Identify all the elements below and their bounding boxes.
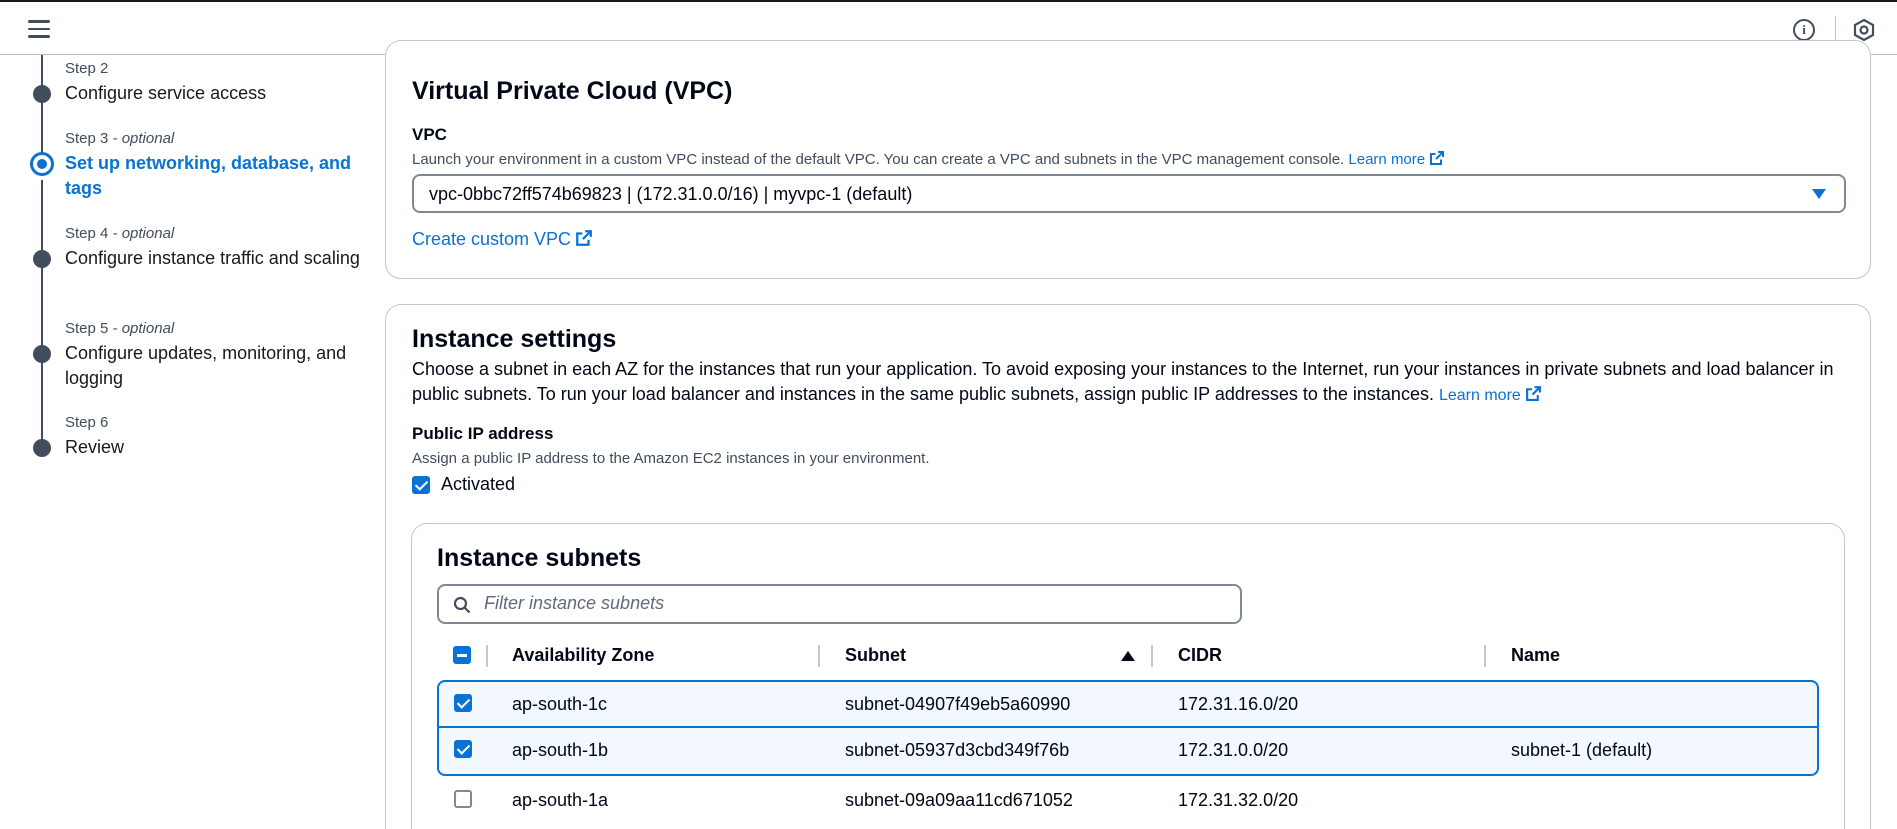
column-divider bbox=[1151, 645, 1153, 667]
create-custom-vpc-link[interactable]: Create custom VPC bbox=[412, 229, 593, 250]
column-header-cidr[interactable]: CIDR bbox=[1178, 645, 1222, 666]
vpc-field-label: VPC bbox=[412, 125, 447, 144]
activated-checkbox[interactable] bbox=[412, 476, 430, 494]
external-link-icon bbox=[576, 230, 592, 246]
public-ip-label: Public IP address bbox=[412, 424, 554, 443]
column-header-name[interactable]: Name bbox=[1511, 645, 1560, 666]
step-connector bbox=[41, 180, 43, 258]
active-step-indicator bbox=[30, 152, 54, 176]
external-link-icon bbox=[1430, 151, 1445, 165]
vpc-select[interactable]: vpc-0bbc72ff574b69823 | (172.31.0.0/16) … bbox=[412, 174, 1846, 213]
step-connector bbox=[41, 100, 43, 160]
activated-label: Activated bbox=[441, 474, 516, 494]
cell-availability-zone: ap-south-1b bbox=[512, 740, 609, 760]
instance-settings-title: Instance settings bbox=[412, 325, 617, 353]
instance-subnets-title: Instance subnets bbox=[437, 544, 642, 572]
step-title-instance-traffic[interactable]: Configure instance traffic and scaling bbox=[65, 246, 365, 271]
row-checkbox[interactable] bbox=[454, 694, 472, 712]
step-connector bbox=[41, 356, 43, 450]
column-header-availability-zone[interactable]: Availability Zone bbox=[512, 645, 654, 666]
vpc-section-title: Virtual Private Cloud (VPC) bbox=[412, 77, 733, 105]
step-title-configure-service-access[interactable]: Configure service access bbox=[65, 81, 365, 106]
step-number: Step 5 - optional bbox=[65, 320, 175, 337]
row-checkbox[interactable] bbox=[454, 740, 472, 758]
step-connector bbox=[41, 267, 43, 347]
step-status-dot bbox=[33, 345, 51, 363]
vpc-select-value: vpc-0bbc72ff574b69823 | (172.31.0.0/16) … bbox=[429, 184, 913, 204]
search-icon bbox=[453, 596, 471, 614]
column-divider bbox=[486, 645, 488, 667]
step-status-dot bbox=[33, 250, 51, 268]
menu-icon[interactable] bbox=[28, 20, 50, 38]
cell-cidr: 172.31.32.0/20 bbox=[1178, 790, 1299, 810]
step-number: Step 4 - optional bbox=[65, 225, 175, 242]
cell-name: subnet-1 (default) bbox=[1511, 740, 1653, 760]
cell-subnet: subnet-05937d3cbd349f76b bbox=[845, 740, 1070, 760]
vpc-container-frame: Virtual Private Cloud (VPC) VPC Launch y… bbox=[385, 40, 1871, 279]
instance-settings-description: Choose a subnet in each AZ for the insta… bbox=[412, 359, 1834, 404]
step-number: Step 6 bbox=[65, 414, 109, 431]
cell-cidr: 172.31.0.0/20 bbox=[1178, 740, 1289, 760]
step-number: Step 3 - optional bbox=[65, 130, 175, 147]
cell-subnet: subnet-09a09aa11cd671052 bbox=[845, 790, 1073, 810]
column-divider bbox=[818, 645, 820, 667]
select-all-checkbox[interactable] bbox=[453, 646, 471, 664]
cell-subnet: subnet-04907f49eb5a60990 bbox=[845, 694, 1071, 714]
step-title-updates-monitoring[interactable]: Configure updates, monitoring, and loggi… bbox=[65, 341, 365, 391]
table-row[interactable]: ap-south-1b subnet-05937d3cbd349f76b 172… bbox=[437, 728, 1819, 776]
sort-ascending-icon[interactable] bbox=[1121, 651, 1135, 661]
filter-subnets-input[interactable]: Filter instance subnets bbox=[437, 584, 1242, 624]
public-ip-description: Assign a public IP address to the Amazon… bbox=[412, 450, 930, 467]
filter-placeholder: Filter instance subnets bbox=[484, 593, 665, 613]
table-row[interactable]: ap-south-1a subnet-09a09aa11cd671052 172… bbox=[437, 776, 1819, 824]
dropdown-caret-icon bbox=[1812, 189, 1826, 199]
vpc-learn-more-link[interactable]: Learn more bbox=[1348, 151, 1445, 168]
step-status-dot bbox=[33, 439, 51, 457]
cell-availability-zone: ap-south-1a bbox=[512, 790, 609, 810]
vpc-field-description: Launch your environment in a custom VPC … bbox=[412, 150, 1445, 168]
column-header-subnet[interactable]: Subnet bbox=[845, 645, 906, 666]
column-divider bbox=[1484, 645, 1486, 667]
cell-cidr: 172.31.16.0/20 bbox=[1178, 694, 1299, 714]
settings-icon[interactable] bbox=[1852, 18, 1876, 42]
external-link-icon bbox=[1525, 386, 1541, 401]
row-checkbox[interactable] bbox=[454, 790, 472, 808]
step-status-dot bbox=[33, 85, 51, 103]
step-title-networking: Set up networking, database, and tags bbox=[65, 153, 352, 198]
step-title-review[interactable]: Review bbox=[65, 435, 365, 460]
instance-settings-learn-more-link[interactable]: Learn more bbox=[1439, 386, 1542, 404]
table-row[interactable]: ap-south-1c subnet-04907f49eb5a60990 172… bbox=[437, 680, 1819, 728]
step-number: Step 2 bbox=[65, 60, 109, 77]
cell-availability-zone: ap-south-1c bbox=[512, 694, 608, 714]
info-icon[interactable]: i bbox=[1793, 19, 1815, 41]
